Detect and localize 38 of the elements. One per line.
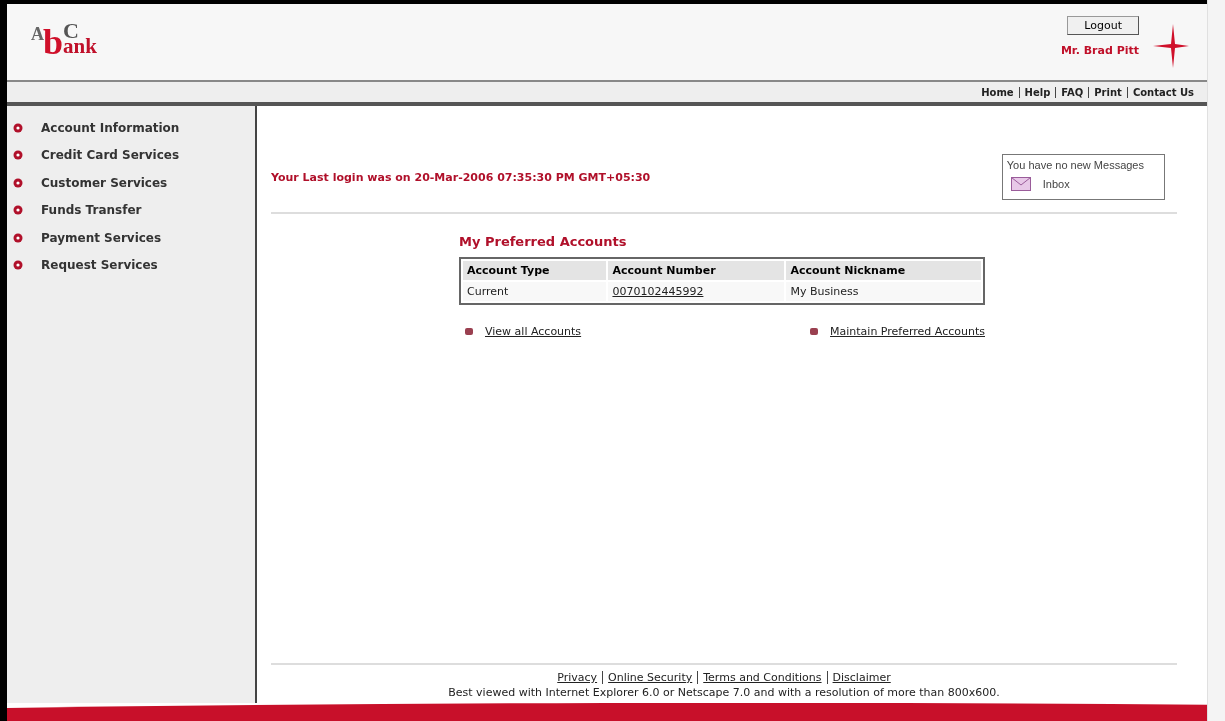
sidebar-item[interactable]: Request Services <box>41 258 158 273</box>
bullet-icon <box>13 150 23 161</box>
nav-link[interactable]: Home <box>976 86 1019 98</box>
bullet-icon <box>465 328 473 335</box>
sidebar-item[interactable]: Payment Services <box>41 230 162 245</box>
bullet-icon <box>13 260 23 271</box>
table-cell: My Business <box>786 282 981 301</box>
envelope-icon <box>1010 177 1031 191</box>
bullet-icon <box>13 177 23 188</box>
nav-link[interactable]: Help <box>1018 86 1056 98</box>
column-header: Account Type <box>463 261 607 280</box>
nav-link[interactable]: FAQ <box>1055 86 1089 98</box>
column-header: Account Number <box>608 261 785 280</box>
last-login-text: Your Last login was on 20-Mar-2006 07:35:30 PM GMT+05:30 <box>271 170 651 184</box>
inbox-link[interactable]: Inbox <box>1042 178 1070 190</box>
messages-text: You have no new Messages <box>1006 159 1144 171</box>
footer-link[interactable]: Privacy <box>552 671 603 684</box>
user-name: Mr. Brad Pitt <box>1060 44 1139 57</box>
account-link[interactable]: View all Accounts <box>485 325 582 338</box>
sidebar-item[interactable]: Account Information <box>41 120 180 135</box>
bullet-icon <box>810 328 819 335</box>
logout-button[interactable]: Logout <box>1067 16 1139 35</box>
sidebar-item[interactable]: Customer Services <box>41 175 168 190</box>
bullet-icon <box>13 232 23 243</box>
sidebar-item[interactable]: Credit Card Services <box>41 148 180 163</box>
footer-link[interactable]: Disclaimer <box>826 671 896 684</box>
footer-note: Best viewed with Internet Explorer 6.0 or Netscape 7.0 and with a resolution of more than 800x600. <box>448 686 1000 699</box>
footer-link[interactable]: Terms and Conditions <box>697 671 827 684</box>
nav-link[interactable]: Contact Us <box>1126 86 1199 98</box>
bullet-icon <box>13 205 23 216</box>
sidebar-item[interactable]: Funds Transfer <box>41 203 142 218</box>
table-cell: Current <box>463 282 607 301</box>
account-link[interactable]: Maintain Preferred Accounts <box>830 325 985 338</box>
nav-link[interactable]: Print <box>1088 86 1127 98</box>
column-header: Account Nickname <box>786 261 981 280</box>
bullet-icon <box>13 122 23 133</box>
footer-link[interactable]: Online Security <box>602 671 698 684</box>
section-title: My Preferred Accounts <box>459 234 628 249</box>
